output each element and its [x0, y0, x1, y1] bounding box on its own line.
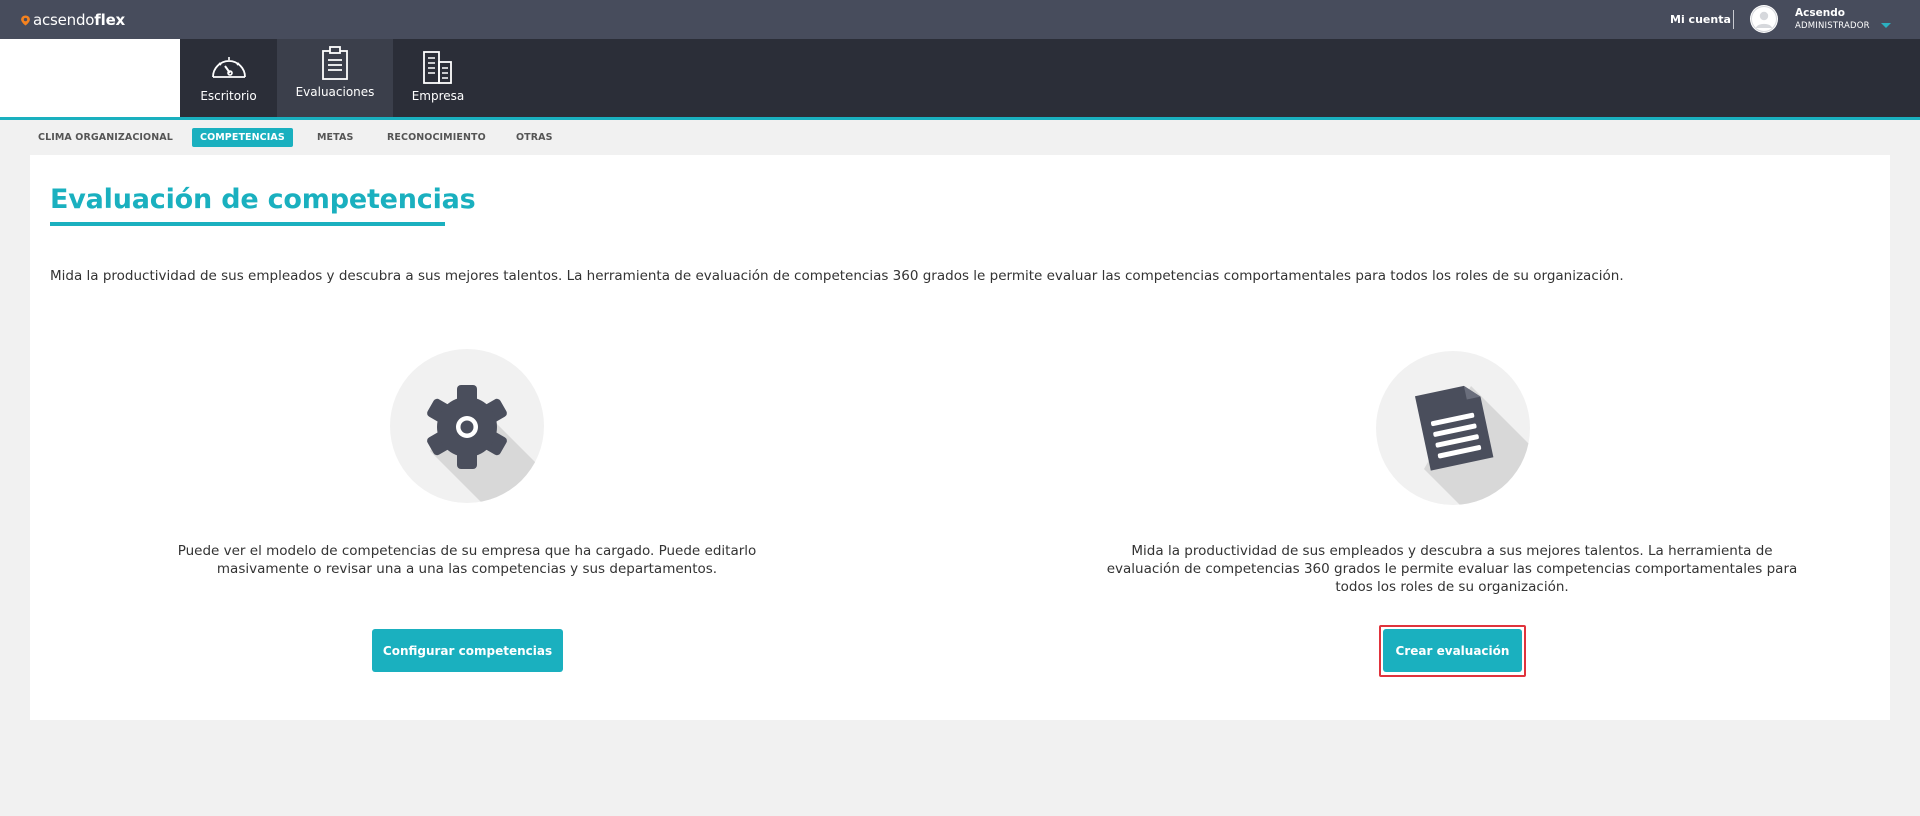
user-avatar[interactable] — [1750, 5, 1778, 33]
content-card: Evaluación de competencias Mida la produ… — [30, 155, 1890, 720]
logo-prefix: acsendo — [33, 11, 95, 29]
my-account-link[interactable]: Mi cuenta — [1670, 13, 1731, 26]
subnav-reconocimiento[interactable]: RECONOCIMIENTO — [387, 128, 486, 147]
building-icon — [423, 51, 452, 84]
speedometer-icon — [211, 57, 246, 78]
topbar-divider — [1733, 10, 1734, 29]
logo-suffix: flex — [94, 11, 126, 29]
user-menu-caret-icon[interactable] — [1881, 23, 1891, 28]
user-name[interactable]: Acsendo — [1795, 7, 1845, 19]
page-description: Mida la productividad de sus empleados y… — [50, 268, 1624, 284]
page-title: Evaluación de competencias — [50, 184, 476, 215]
create-evaluation-button[interactable]: Crear evaluación — [1383, 629, 1522, 672]
sub-navigation: CLIMA ORGANIZACIONAL COMPETENCIAS METAS … — [0, 120, 1920, 152]
subnav-otras[interactable]: OTRAS — [516, 128, 553, 147]
main-navigation: Escritorio Evaluaciones Empresa — [0, 39, 1920, 117]
top-bar: acsendo flex Mi cuenta Acsendo ADMINISTRA… — [0, 0, 1920, 39]
user-silhouette-icon — [1751, 6, 1777, 32]
feature-configure-illustration — [390, 349, 544, 503]
nav-item-evaluaciones[interactable]: Evaluaciones — [277, 39, 393, 117]
document-icon — [1414, 385, 1530, 505]
configure-competencies-button[interactable]: Configurar competencias — [372, 629, 563, 672]
nav-item-label: Empresa — [411, 89, 465, 103]
subnav-metas[interactable]: METAS — [317, 128, 353, 147]
title-underline — [50, 222, 445, 226]
subnav-competencias[interactable]: COMPETENCIAS — [192, 128, 293, 147]
clipboard-icon — [322, 46, 348, 80]
subnav-clima-organizacional[interactable]: CLIMA ORGANIZACIONAL — [38, 128, 173, 147]
feature-configure-text: Puede ver el modelo de competencias de s… — [177, 543, 757, 577]
gear-icon — [427, 385, 544, 503]
acsendoflex-logo[interactable]: acsendo flex — [20, 11, 125, 29]
nav-item-empresa[interactable]: Empresa — [393, 39, 483, 117]
nav-logo-area — [0, 39, 180, 117]
nav-item-label: Evaluaciones — [295, 85, 375, 99]
feature-create-text: Mida la productividad de sus empleados y… — [1106, 543, 1798, 595]
location-pin-icon — [21, 14, 30, 26]
nav-item-escritorio[interactable]: Escritorio — [180, 39, 277, 117]
feature-create-illustration — [1376, 351, 1530, 505]
nav-item-label: Escritorio — [200, 89, 257, 103]
user-role: ADMINISTRADOR — [1795, 21, 1870, 31]
